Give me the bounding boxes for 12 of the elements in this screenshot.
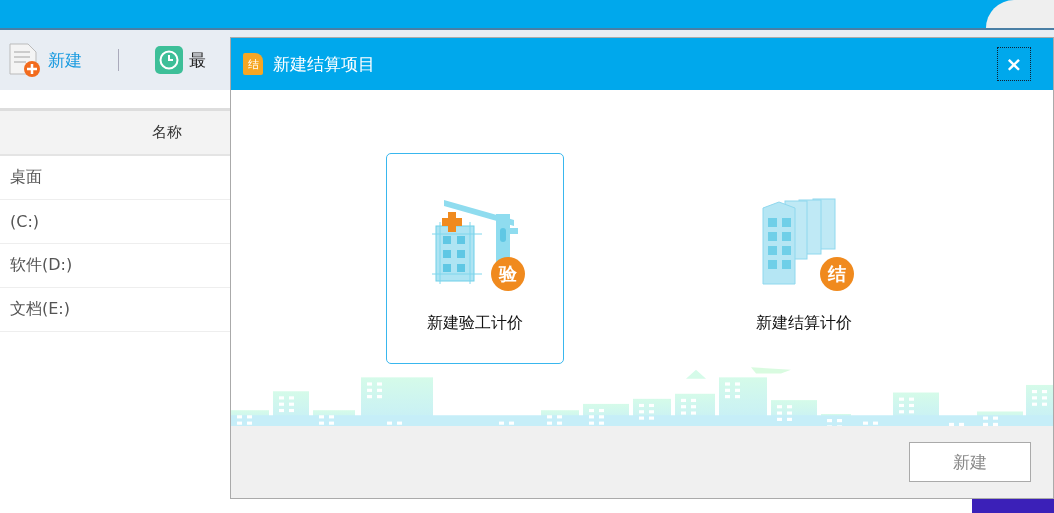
project-type-option[interactable]: 结 新建结算计价: [715, 153, 893, 364]
category-badge: 验: [491, 257, 525, 291]
project-type-option[interactable]: 验 新建验工计价: [386, 153, 564, 364]
new-document-icon: [6, 42, 42, 78]
clock-icon: [155, 46, 183, 74]
category-badge: 结: [820, 257, 854, 291]
toolbar-button[interactable]: 最: [155, 46, 206, 74]
column-header: 名称: [0, 108, 230, 156]
dialog-title: 新建结算项目: [273, 52, 376, 76]
option-label: 新建结算计价: [756, 313, 852, 334]
project-file-icon: 结: [243, 53, 263, 75]
option-label: 新建验工计价: [427, 313, 523, 334]
